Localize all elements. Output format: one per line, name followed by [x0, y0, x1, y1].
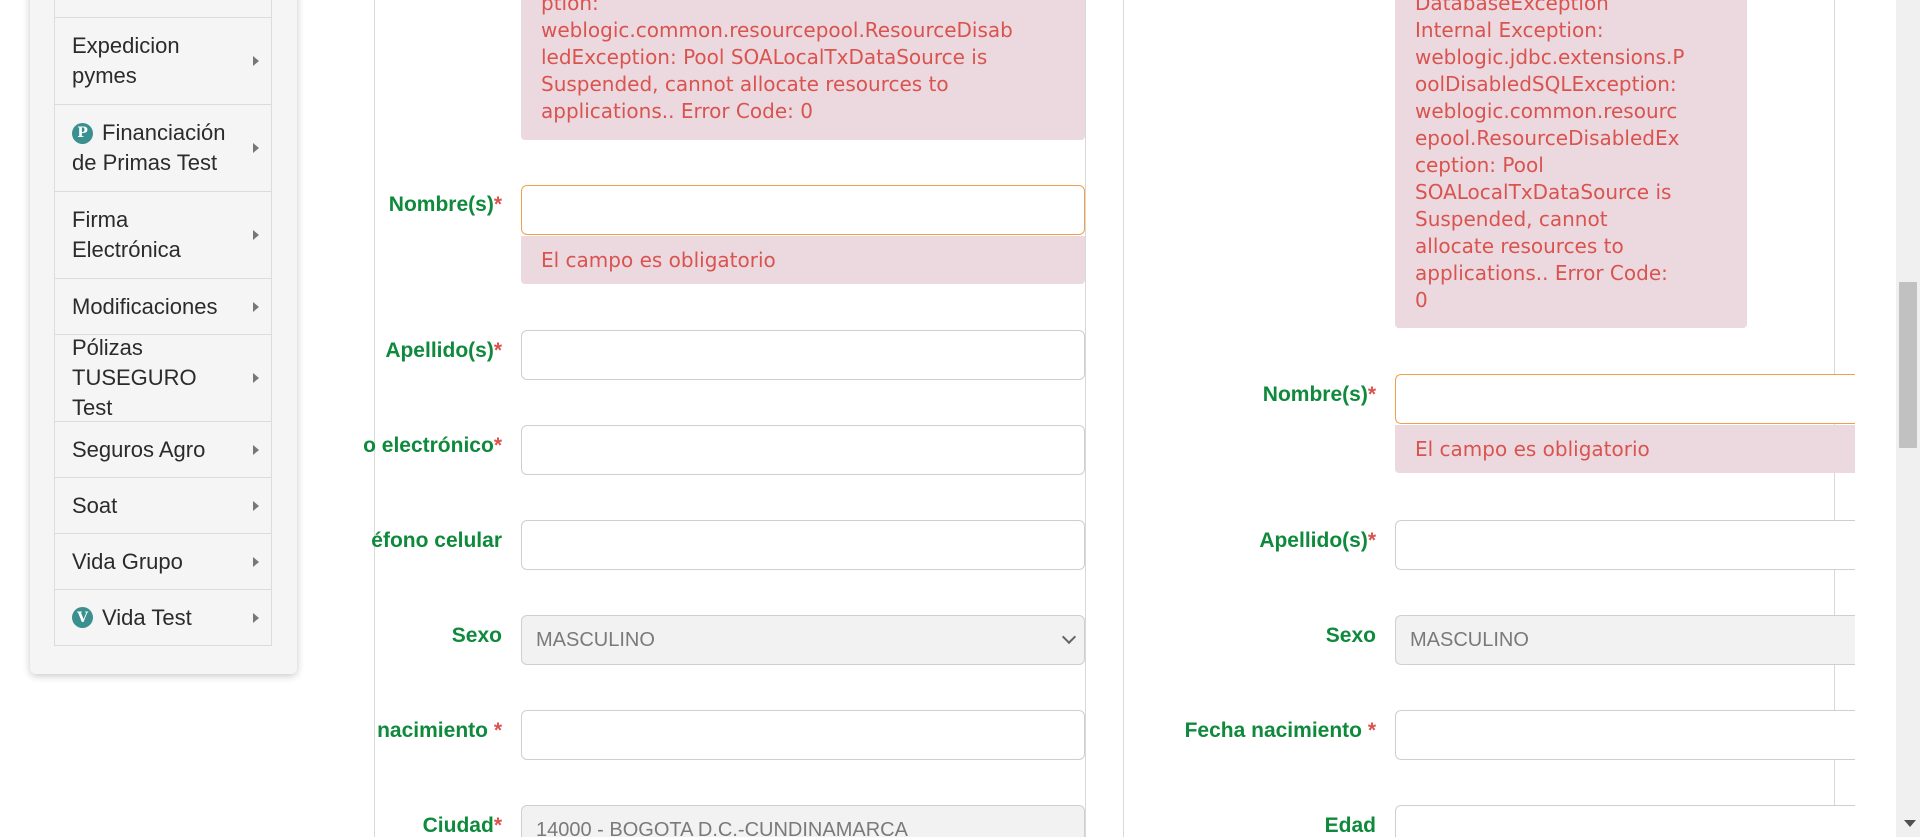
sidebar-item-label: Expedicion pymes	[72, 33, 180, 88]
sidebar-item-label: Pólizas TUSEGURO Test	[72, 335, 197, 420]
sidebar-item-polizas-tuseguro[interactable]: Pólizas TUSEGURO Test	[54, 334, 272, 422]
caret-right-icon	[253, 500, 259, 511]
telefono-input[interactable]	[521, 520, 1085, 570]
error-line: applications.. Error Code: 0	[541, 99, 813, 123]
error-line: Suspended, cannot	[1415, 207, 1608, 231]
app-screen: Expedicion pymes P Financiación de Primas…	[0, 0, 1920, 837]
right-error-alert: DatabaseException Internal Exception: we…	[1395, 0, 1747, 328]
right-panel-border	[1123, 0, 1124, 837]
sidebar-item-previous[interactable]	[54, 0, 272, 18]
error-line: DatabaseException	[1415, 0, 1609, 15]
caret-right-icon	[253, 612, 259, 623]
caret-right-icon	[253, 230, 259, 240]
error-line: weblogic.common.resourcepool.ResourceDis…	[541, 18, 1013, 42]
ciudad-input[interactable]: 14000 - BOGOTA D.C.-CUNDINAMARCA	[521, 805, 1085, 837]
sidebar-item-vida-test[interactable]: V Vida Test	[54, 589, 272, 646]
caret-right-icon	[253, 301, 259, 312]
right-sexo-value: MASCULINO	[1410, 629, 1529, 651]
error-line: epool.ResourceDisabledEx	[1415, 126, 1680, 150]
right-edad-input[interactable]	[1395, 805, 1855, 837]
caret-right-icon	[253, 373, 259, 383]
left-panel-border	[374, 0, 375, 837]
nombre-error-message: El campo es obligatorio	[521, 236, 1085, 284]
sidebar-item-label: Firma Electrónica	[72, 207, 181, 262]
sidebar-item-firma-electronica[interactable]: Firma Electrónica	[54, 191, 272, 279]
caret-right-icon	[253, 556, 259, 567]
chevron-down-icon	[1061, 629, 1077, 645]
sidebar-item-vida-grupo[interactable]: Vida Grupo	[54, 533, 272, 590]
right-apellido-label: Apellido(s)*	[1259, 529, 1376, 552]
nacimiento-label: nacimiento *	[377, 719, 502, 742]
error-line: Suspended, cannot allocate resources to	[541, 72, 949, 96]
error-line: oolDisabledSQLException:	[1415, 72, 1677, 96]
error-line: weblogic.jdbc.extensions.P	[1415, 45, 1685, 69]
sexo-value: MASCULINO	[536, 629, 655, 651]
scrollbar-thumb[interactable]	[1899, 282, 1917, 448]
right-nombre-error-message: El campo es obligatorio	[1395, 425, 1855, 473]
right-sexo-select[interactable]: MASCULINO	[1395, 615, 1855, 665]
nombre-label: Nombre(s)*	[388, 193, 502, 216]
sidebar-item-label: Vida Grupo	[72, 548, 183, 574]
right-nacimiento-input[interactable]	[1395, 710, 1855, 760]
error-line: ception: Pool	[1415, 153, 1544, 177]
error-line: ledException: Pool SOALocalTxDataSource …	[541, 45, 988, 69]
error-line: ption:	[541, 0, 599, 15]
error-line: applications.. Error Code:	[1415, 261, 1668, 285]
correo-input[interactable]	[521, 425, 1085, 475]
sidebar-item-label: V Vida Test	[72, 603, 192, 633]
ciudad-label: Ciudad*	[422, 814, 502, 837]
sidebar-item-seguros-agro[interactable]: Seguros Agro	[54, 421, 272, 478]
error-line: allocate resources to	[1415, 234, 1624, 258]
nacimiento-input[interactable]	[521, 710, 1085, 760]
error-line: 0	[1415, 288, 1428, 312]
telefono-label: éfono celular	[371, 529, 502, 552]
right-nombre-label: Nombre(s)*	[1262, 383, 1376, 406]
right-sexo-label: Sexo	[1325, 624, 1376, 647]
sidebar-item-label: P Financiación de Primas Test	[72, 120, 226, 175]
nombre-input[interactable]	[521, 185, 1085, 235]
caret-right-icon	[253, 56, 259, 66]
left-error-alert: ption: weblogic.common.resourcepool.Reso…	[521, 0, 1085, 140]
caret-right-icon	[253, 143, 259, 153]
error-line: SOALocalTxDataSource is	[1415, 180, 1672, 204]
scroll-down-arrow-icon[interactable]	[1904, 820, 1916, 827]
sidebar-item-label: Soat	[72, 492, 118, 518]
correo-label: o electrónico*	[363, 434, 502, 457]
v-badge-icon: V	[72, 607, 93, 629]
right-apellido-input[interactable]	[1395, 520, 1855, 570]
ciudad-value: 14000 - BOGOTA D.C.-CUNDINAMARCA	[536, 819, 908, 837]
caret-right-icon	[253, 444, 259, 455]
apellido-input[interactable]	[521, 330, 1085, 380]
error-line: weblogic.common.resourc	[1415, 99, 1678, 123]
sidebar-item-label: Seguros Agro	[72, 436, 206, 462]
sidebar-item-label: Modificaciones	[72, 293, 218, 319]
p-badge-icon: P	[72, 122, 93, 144]
sidebar-item-expedicion-pymes[interactable]: Expedicion pymes	[54, 17, 272, 105]
right-nacimiento-label: Fecha nacimiento *	[1184, 719, 1376, 742]
right-edad-label: Edad	[1324, 814, 1376, 837]
left-panel-border-right	[1085, 0, 1086, 837]
apellido-label: Apellido(s)*	[385, 339, 502, 362]
sexo-label: Sexo	[451, 624, 502, 647]
right-nombre-input[interactable]	[1395, 374, 1855, 424]
sidebar-item-modificaciones[interactable]: Modificaciones	[54, 278, 272, 335]
error-line: Internal Exception:	[1415, 18, 1604, 42]
sexo-select[interactable]: MASCULINO	[521, 615, 1085, 665]
sidebar-item-financiacion-primas[interactable]: P Financiación de Primas Test	[54, 104, 272, 192]
sidebar-item-soat[interactable]: Soat	[54, 477, 272, 534]
